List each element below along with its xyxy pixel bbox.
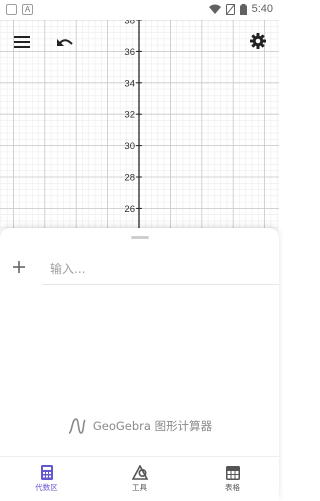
bottom-nav: 代数区 工具 表格 [0, 456, 279, 501]
y-tick-label: 32 [124, 110, 135, 121]
app-a-icon: A [22, 4, 33, 15]
brand-text: GeoGebra 图形计算器 [92, 419, 213, 433]
nav-tools[interactable]: 工具 [93, 457, 186, 501]
status-time: 5:40 [251, 3, 273, 15]
status-bar: A 5:40 [0, 0, 279, 20]
nav-algebra-label: 代数区 [35, 483, 58, 492]
y-tick-label: 26 [124, 204, 135, 215]
y-tick-label: 28 [124, 173, 135, 184]
menu-icon[interactable] [10, 32, 34, 52]
android-icon [6, 4, 17, 15]
no-sim-icon [225, 3, 235, 15]
y-tick-label: 34 [124, 78, 135, 89]
nav-tools-label: 工具 [132, 483, 147, 492]
nav-algebra[interactable]: 代数区 [0, 457, 93, 501]
status-right: 5:40 [208, 3, 273, 15]
undo-icon[interactable] [53, 32, 77, 52]
battery-icon [239, 3, 247, 15]
algebra-input-field[interactable] [50, 258, 270, 280]
calculator-icon [40, 465, 53, 480]
geogebra-curve-icon [68, 418, 86, 434]
wifi-icon [208, 4, 221, 14]
tools-icon [131, 465, 148, 480]
y-tick-label: 36 [124, 47, 135, 58]
nav-table[interactable]: 表格 [186, 457, 279, 501]
plus-icon [13, 261, 25, 273]
status-left-icons: A [6, 4, 33, 15]
graphics-view[interactable]: 38 36 34 32 30 28 26 [0, 0, 279, 230]
panel-drag-handle[interactable] [131, 236, 149, 239]
y-tick-label: 30 [124, 141, 135, 152]
graph-grid[interactable]: 38363432302826 [0, 0, 279, 230]
brand-watermark: GeoGebra 图形计算器 [0, 416, 279, 436]
input-row [42, 254, 279, 285]
table-icon [225, 465, 240, 480]
nav-table-label: 表格 [225, 482, 240, 492]
add-input-button[interactable] [8, 256, 30, 278]
gear-icon[interactable] [247, 31, 269, 51]
